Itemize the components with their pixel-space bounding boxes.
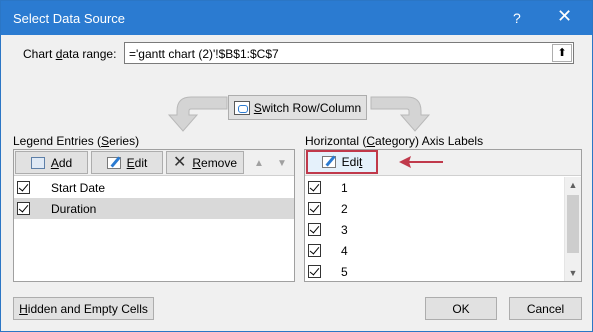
axis-label-value: 1 [341,180,348,195]
checkbox-checked-icon[interactable] [308,265,321,278]
cancel-button[interactable]: Cancel [509,297,582,320]
annotation-arrow-icon [399,156,443,168]
list-item[interactable]: Start Date [14,177,294,198]
hidden-empty-cells-button[interactable]: Hidden and Empty Cells [13,297,154,320]
axis-label-list: 1 2 3 4 5 [305,177,564,282]
chart-data-range-value: ='gantt chart (2)'!$B$1:$C$7 [129,47,279,61]
list-item[interactable]: Duration [14,198,294,219]
series-name: Start Date [51,180,106,195]
checkbox-checked-icon[interactable] [308,202,321,215]
edit-axis-label: Edit [341,155,363,169]
switch-icon [233,100,250,115]
axis-label-value: 4 [341,243,348,258]
switch-row-column-label: Switch Row/Column [253,100,362,115]
left-curved-arrow-icon [167,96,228,132]
move-up-icon[interactable]: ▲ [249,154,269,172]
remove-label: Remove [192,155,238,170]
list-item[interactable]: 3 [305,219,564,240]
dialog-title: Select Data Source [13,11,126,26]
list-item[interactable]: 2 [305,198,564,219]
scroll-down-icon[interactable]: ▼ [565,265,581,281]
series-name: Duration [51,201,97,216]
remove-icon: ✕ [172,153,187,171]
hidden-empty-cells-label: Hidden and Empty Cells [19,301,148,316]
edit-axis-labels-button[interactable]: Edit [306,150,378,174]
edit-icon [321,156,336,168]
chart-data-range-label: Chart data range: [23,47,117,61]
help-button[interactable]: ? [513,10,521,26]
axis-label-value: 2 [341,201,348,216]
axis-labels-label: Horizontal (Category) Axis Labels [305,134,484,148]
close-icon[interactable]: ✕ [557,7,572,25]
edit-label: Edit [126,155,148,170]
scroll-up-icon[interactable]: ▲ [565,177,581,193]
list-item[interactable]: 5 [305,261,564,282]
edit-icon [106,156,121,169]
collapse-dialog-icon[interactable]: ⬆ [552,44,572,62]
legend-entries-panel: Add Edit ✕ Remove ▲ ▼ Start Date Duratio… [13,149,295,282]
ok-button[interactable]: OK [425,297,497,320]
select-data-source-dialog: Select Data Source ? ✕ Chart data range:… [0,0,593,332]
switch-row-column-button[interactable]: Switch Row/Column [228,95,367,120]
legend-toolbar: Add Edit ✕ Remove ▲ ▼ [14,150,294,176]
axis-label-value: 3 [341,222,348,237]
move-down-icon[interactable]: ▼ [272,154,292,172]
chart-data-range-input[interactable]: ='gantt chart (2)'!$B$1:$C$7 ⬆ [124,42,574,64]
list-item[interactable]: 1 [305,177,564,198]
checkbox-checked-icon[interactable] [308,181,321,194]
axis-label-value: 5 [341,264,348,279]
scroll-thumb[interactable] [567,195,579,253]
checkbox-checked-icon[interactable] [308,223,321,236]
right-curved-arrow-icon [370,96,431,132]
remove-series-button[interactable]: ✕ Remove [166,151,244,174]
legend-list: Start Date Duration [14,177,294,219]
add-label: Add [50,155,73,170]
title-bar: Select Data Source ? ✕ [1,1,592,35]
checkbox-checked-icon[interactable] [17,181,30,194]
edit-series-button[interactable]: Edit [91,151,163,174]
checkbox-checked-icon[interactable] [308,244,321,257]
add-icon [30,156,45,169]
list-item[interactable]: 4 [305,240,564,261]
checkbox-checked-icon[interactable] [17,202,30,215]
vertical-scrollbar[interactable]: ▲ ▼ [564,177,581,281]
add-series-button[interactable]: Add [15,151,88,174]
legend-entries-label: Legend Entries (Series) [13,134,140,148]
